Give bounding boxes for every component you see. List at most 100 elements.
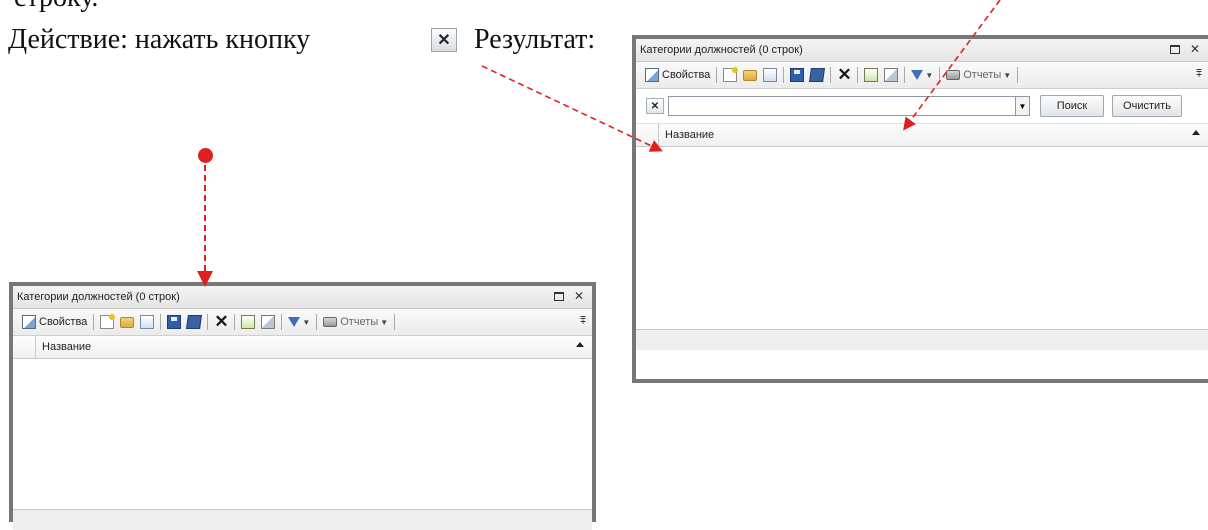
- chevron-down-icon: ▼: [380, 317, 389, 327]
- export-icon: [884, 68, 899, 82]
- chevron-down-icon: ▼: [302, 317, 311, 327]
- toolbar-separator: [1017, 67, 1019, 83]
- copy-icon: [763, 68, 778, 82]
- new-document-icon: [100, 314, 116, 329]
- save-all-icon: [809, 68, 826, 82]
- toolbar-separator: [281, 314, 283, 330]
- save-button[interactable]: [787, 65, 807, 85]
- maximize-icon[interactable]: [1169, 45, 1180, 54]
- filter-icon: [288, 317, 301, 327]
- reports-button[interactable]: Отчеты ▼: [943, 65, 1014, 85]
- toolbar-overflow-icon[interactable]: ⩱: [1196, 69, 1202, 80]
- properties-label: Свойства: [662, 69, 711, 81]
- annotation-dot: [198, 148, 213, 163]
- grid-footer: [636, 329, 1208, 350]
- reference-close-button-icon: ✕: [431, 28, 457, 52]
- properties-label: Свойства: [39, 316, 88, 328]
- copy-button[interactable]: [760, 65, 780, 85]
- close-icon[interactable]: ✕: [1190, 42, 1200, 56]
- refresh-icon: [864, 68, 879, 82]
- save-icon: [790, 68, 805, 82]
- toolbar-separator: [160, 314, 162, 330]
- toolbar-separator: [234, 314, 236, 330]
- save-all-icon: [186, 315, 203, 329]
- column-header-name[interactable]: Название: [659, 124, 714, 146]
- search-button[interactable]: Поиск: [1040, 95, 1104, 117]
- save-button[interactable]: [164, 312, 184, 332]
- grid-body: [13, 359, 592, 509]
- row-selector-header[interactable]: [636, 124, 659, 146]
- toolbar-separator: [394, 314, 396, 330]
- reports-label: Отчеты: [340, 316, 379, 328]
- toolbar-separator: [783, 67, 785, 83]
- toolbar-separator: [207, 314, 209, 330]
- refresh-button[interactable]: [238, 312, 258, 332]
- toolbar-separator: [716, 67, 718, 83]
- folder-icon: [743, 69, 758, 81]
- filter-button[interactable]: ▼: [908, 65, 936, 85]
- row-selector-header[interactable]: [13, 336, 36, 358]
- save-icon: [167, 315, 182, 329]
- printer-icon: [946, 70, 961, 80]
- filter-icon: [911, 70, 924, 80]
- search-dropdown-chevron-icon[interactable]: ▼: [1016, 96, 1030, 116]
- toolbar: Свойства ✕ ▼ Отчеты ▼ ⩱: [13, 309, 592, 336]
- export-icon: [261, 315, 276, 329]
- grid-footer: [13, 509, 592, 530]
- grid-header: Название: [636, 124, 1208, 147]
- toolbar-separator: [939, 67, 941, 83]
- properties-icon: [22, 315, 36, 329]
- document-action-text: Действие: нажать кнопку: [8, 24, 311, 55]
- clear-button[interactable]: Очистить: [1112, 95, 1182, 117]
- document-text-top: строку.: [14, 0, 98, 14]
- toolbar-separator: [904, 67, 906, 83]
- printer-icon: [323, 317, 338, 327]
- sort-ascending-icon[interactable]: [576, 342, 584, 347]
- toolbar-separator: [93, 314, 95, 330]
- properties-button[interactable]: Свойства: [642, 65, 713, 85]
- delete-icon: ✕: [214, 312, 229, 331]
- toolbar-separator: [857, 67, 859, 83]
- window-titlebar: Категории должностей (0 строк) ✕: [636, 39, 1208, 62]
- toolbar-separator: [316, 314, 318, 330]
- copy-icon: [140, 315, 155, 329]
- toolbar-separator: [830, 67, 832, 83]
- export-button[interactable]: [258, 312, 278, 332]
- save-all-button[interactable]: [184, 312, 204, 332]
- window-after: Категории должностей (0 строк) ✕ Свойств…: [632, 35, 1208, 383]
- close-search-icon[interactable]: ✕: [646, 98, 664, 114]
- grid-body: [636, 147, 1208, 329]
- sort-ascending-icon[interactable]: [1192, 130, 1200, 135]
- maximize-icon[interactable]: [553, 292, 564, 301]
- window-title: Категории должностей (0 строк): [17, 291, 180, 303]
- window-title: Категории должностей (0 строк): [640, 44, 803, 56]
- toolbar: Свойства ✕ ▼ Отчеты ▼ ⩱: [636, 62, 1208, 89]
- delete-button[interactable]: ✕: [211, 312, 231, 332]
- toolbar-overflow-icon[interactable]: ⩱: [580, 316, 586, 327]
- window-titlebar: Категории должностей (0 строк) ✕: [13, 286, 592, 309]
- refresh-icon: [241, 315, 256, 329]
- search-bar: ✕ ▼ Поиск Очистить: [636, 89, 1208, 124]
- save-all-button[interactable]: [807, 65, 827, 85]
- new-button[interactable]: [97, 312, 117, 332]
- delete-button[interactable]: ✕: [834, 65, 854, 85]
- filter-button[interactable]: ▼: [285, 312, 313, 332]
- document-result-text: Результат:: [474, 24, 596, 55]
- properties-button[interactable]: Свойства: [19, 312, 90, 332]
- properties-icon: [645, 68, 659, 82]
- column-header-name[interactable]: Название: [36, 336, 91, 358]
- chevron-down-icon: ▼: [1003, 70, 1012, 80]
- reports-button[interactable]: Отчеты ▼: [320, 312, 391, 332]
- export-button[interactable]: [881, 65, 901, 85]
- delete-icon: ✕: [837, 65, 852, 84]
- new-folder-button[interactable]: [117, 312, 137, 332]
- close-icon[interactable]: ✕: [574, 289, 584, 303]
- refresh-button[interactable]: [861, 65, 881, 85]
- copy-button[interactable]: [137, 312, 157, 332]
- new-button[interactable]: [720, 65, 740, 85]
- search-input[interactable]: [668, 96, 1016, 116]
- grid-header: Название: [13, 336, 592, 359]
- new-folder-button[interactable]: [740, 65, 760, 85]
- new-document-icon: [723, 67, 739, 82]
- window-before: Категории должностей (0 строк) ✕ Свойств…: [9, 282, 596, 530]
